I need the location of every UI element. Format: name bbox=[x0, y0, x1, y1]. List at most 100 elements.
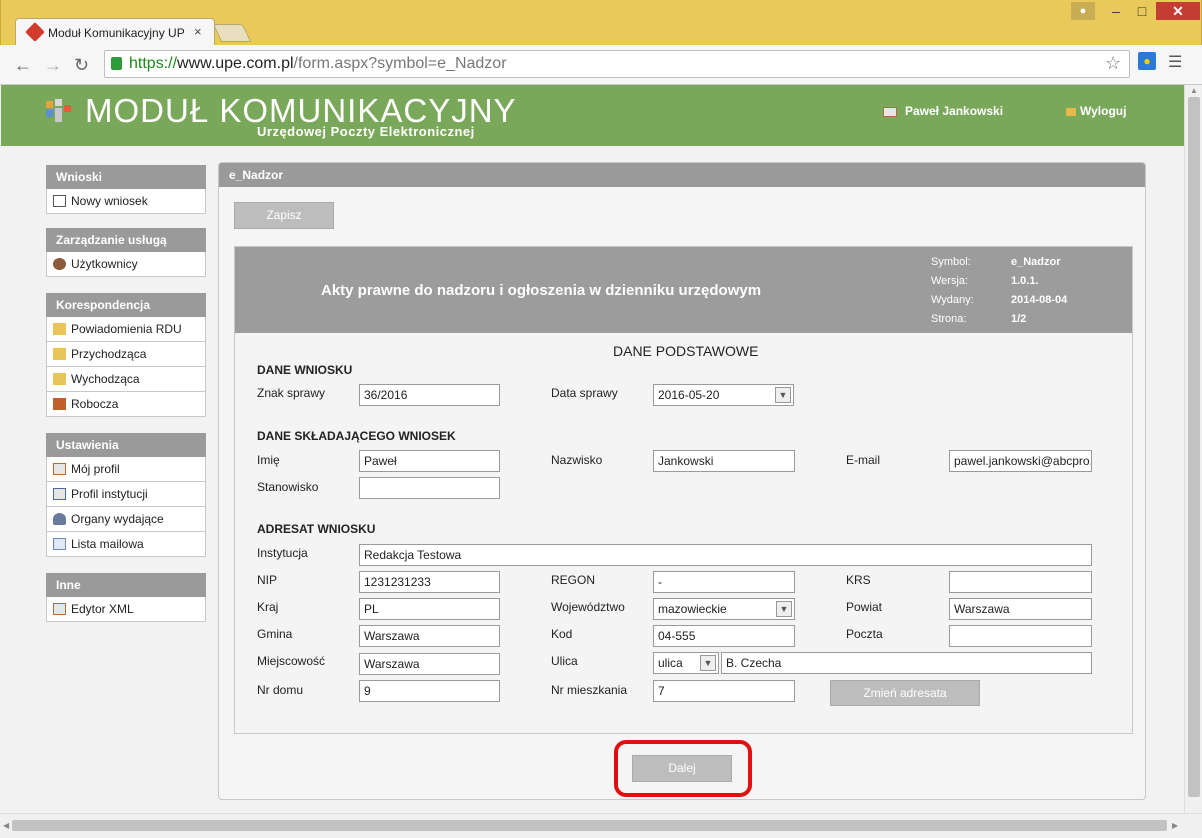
gmina-label: Gmina bbox=[257, 627, 293, 641]
scroll-right-icon[interactable]: ▶ bbox=[1172, 821, 1178, 830]
powiat-input[interactable]: Warszawa bbox=[949, 598, 1092, 620]
minimize-button[interactable]: – bbox=[1103, 2, 1129, 20]
woj-select[interactable]: mazowieckie ▼ bbox=[653, 598, 795, 620]
stanowisko-input[interactable] bbox=[359, 477, 500, 499]
main-panel: e_Nadzor Zapisz Akty prawne do nadzoru i… bbox=[218, 162, 1146, 800]
maximize-button[interactable]: □ bbox=[1129, 2, 1155, 20]
sidebar-item-profil-instytucji[interactable]: Profil instytucji bbox=[46, 482, 206, 507]
bookmark-star-icon[interactable]: ☆ bbox=[1105, 53, 1121, 74]
chevron-down-icon[interactable]: ▼ bbox=[700, 655, 716, 671]
folder-icon bbox=[53, 323, 66, 335]
forward-arrow-icon[interactable]: → bbox=[44, 55, 62, 76]
scroll-up-icon[interactable]: ▲ bbox=[1190, 86, 1198, 95]
address-bar[interactable]: https://www.upe.com.pl/form.aspx?symbol=… bbox=[104, 50, 1130, 78]
powiat-label: Powiat bbox=[846, 600, 883, 614]
save-button[interactable]: Zapisz bbox=[234, 202, 334, 229]
user-menu[interactable]: Paweł Jankowski bbox=[883, 104, 1003, 118]
meta-symbol-label: Symbol: bbox=[931, 256, 971, 268]
kraj-input[interactable]: PL bbox=[359, 598, 500, 620]
data-select[interactable]: 2016-05-20 ▼ bbox=[653, 384, 794, 406]
ulica-label: Ulica bbox=[551, 654, 578, 668]
data-label: Data sprawy bbox=[551, 386, 618, 400]
nrdomu-input[interactable]: 9 bbox=[359, 680, 500, 702]
sidebar-item-label: Wychodząca bbox=[71, 372, 140, 386]
sidebar-item-label: Profil instytucji bbox=[71, 487, 148, 501]
browser-tab[interactable]: Moduł Komunikacyjny UP × bbox=[15, 18, 215, 45]
id-card-icon bbox=[53, 488, 66, 500]
vertical-scroll-thumb[interactable] bbox=[1188, 97, 1200, 797]
section-skladajacy: DANE SKŁADAJĄCEGO WNIOSEK bbox=[257, 429, 456, 443]
nip-label: NIP bbox=[257, 573, 278, 587]
poczta-input[interactable] bbox=[949, 625, 1092, 647]
menu-icon[interactable]: ☰ bbox=[1168, 52, 1182, 72]
nip-input[interactable]: 1231231233 bbox=[359, 571, 500, 593]
logout-link[interactable]: Wyloguj bbox=[1066, 104, 1126, 118]
close-window-button[interactable]: ✕ bbox=[1156, 2, 1200, 20]
miejscowosc-input[interactable]: Warszawa bbox=[359, 653, 500, 675]
sidebar-item-uzytkownicy[interactable]: Użytkownicy bbox=[46, 252, 206, 277]
profile-icon[interactable]: ● bbox=[1071, 2, 1095, 20]
sidebar-item-robocza[interactable]: Robocza bbox=[46, 392, 206, 417]
sidebar-item-label: Robocza bbox=[71, 397, 119, 411]
instytucja-label: Instytucja bbox=[257, 546, 308, 560]
sidebar-item-lista-mailowa[interactable]: Lista mailowa bbox=[46, 532, 206, 557]
favicon-icon bbox=[25, 22, 45, 42]
meta-page-label: Strona: bbox=[931, 313, 967, 325]
miejscowosc-label: Miejscowość bbox=[257, 654, 326, 668]
unlock-icon bbox=[1066, 107, 1076, 116]
back-arrow-icon[interactable]: ← bbox=[14, 55, 32, 76]
new-tab-button[interactable] bbox=[212, 24, 252, 42]
sidebar-item-label: Przychodząca bbox=[71, 347, 147, 361]
folder-in-icon bbox=[53, 348, 66, 360]
regon-label: REGON bbox=[551, 573, 596, 587]
imie-label: Imię bbox=[257, 453, 280, 467]
sidebar-item-label: Organy wydające bbox=[71, 512, 164, 526]
nrmieszk-input[interactable]: 7 bbox=[653, 680, 795, 702]
chevron-down-icon[interactable]: ▼ bbox=[776, 601, 792, 617]
sidebar-item-nowy-wniosek[interactable]: Nowy wniosek bbox=[46, 189, 206, 214]
ulica-type-select[interactable]: ulica ▼ bbox=[653, 652, 719, 674]
sidebar-item-edytor-xml[interactable]: Edytor XML bbox=[46, 597, 206, 622]
change-recipient-button[interactable]: Zmień adresata bbox=[830, 680, 980, 706]
url-text[interactable]: https://www.upe.com.pl/form.aspx?symbol=… bbox=[129, 55, 507, 73]
vertical-scrollbar[interactable]: ▲ bbox=[1184, 85, 1202, 813]
nazwisko-input[interactable]: Jankowski bbox=[653, 450, 795, 472]
kraj-label: Kraj bbox=[257, 600, 279, 614]
krs-input[interactable] bbox=[949, 571, 1092, 593]
ulica-type-value: ulica bbox=[658, 656, 683, 670]
imie-input[interactable]: Paweł bbox=[359, 450, 500, 472]
regon-input[interactable]: - bbox=[653, 571, 795, 593]
horizontal-scroll-thumb[interactable] bbox=[12, 820, 1167, 831]
scroll-left-icon[interactable]: ◀ bbox=[3, 821, 9, 830]
logo-icon bbox=[46, 99, 71, 122]
user-card-icon bbox=[883, 106, 897, 117]
ulica-input[interactable]: B. Czecha bbox=[721, 652, 1092, 674]
reload-icon[interactable]: ↻ bbox=[74, 55, 89, 76]
chevron-down-icon[interactable]: ▼ bbox=[775, 387, 791, 403]
sidebar-item-label: Użytkownicy bbox=[71, 257, 138, 271]
sidebar-item-organy[interactable]: Organy wydające bbox=[46, 507, 206, 532]
extension-icon[interactable]: ● bbox=[1138, 52, 1156, 70]
instytucja-input[interactable]: Redakcja Testowa bbox=[359, 544, 1092, 566]
sidebar-item-moj-profil[interactable]: Mój profil bbox=[46, 457, 206, 482]
logout-label: Wyloguj bbox=[1080, 104, 1127, 118]
document-icon bbox=[53, 195, 66, 207]
form-header: Akty prawne do nadzoru i ogłoszenia w dz… bbox=[235, 247, 1132, 333]
next-button[interactable]: Dalej bbox=[632, 755, 732, 782]
sidebar-item-powiadomienia[interactable]: Powiadomienia RDU bbox=[46, 317, 206, 342]
kod-input[interactable]: 04-555 bbox=[653, 625, 795, 647]
form-container: Akty prawne do nadzoru i ogłoszenia w dz… bbox=[234, 246, 1133, 734]
id-card-icon bbox=[53, 463, 66, 475]
sidebar-item-wychodzaca[interactable]: Wychodząca bbox=[46, 367, 206, 392]
sidebar-item-label: Nowy wniosek bbox=[71, 194, 148, 208]
znak-input[interactable]: 36/2016 bbox=[359, 384, 500, 406]
gmina-input[interactable]: Warszawa bbox=[359, 625, 500, 647]
meta-symbol: e_Nadzor bbox=[1011, 256, 1061, 268]
tab-close-icon[interactable]: × bbox=[194, 24, 202, 39]
url-host: www.upe.com.pl bbox=[177, 55, 294, 72]
section-dane-wniosku: DANE WNIOSKU bbox=[257, 363, 353, 377]
sidebar-item-przychodzaca[interactable]: Przychodząca bbox=[46, 342, 206, 367]
horizontal-scrollbar[interactable]: ◀ ▶ bbox=[0, 813, 1202, 838]
person-icon bbox=[53, 513, 66, 525]
email-input[interactable]: pawel.jankowski@abcpro. bbox=[949, 450, 1092, 472]
